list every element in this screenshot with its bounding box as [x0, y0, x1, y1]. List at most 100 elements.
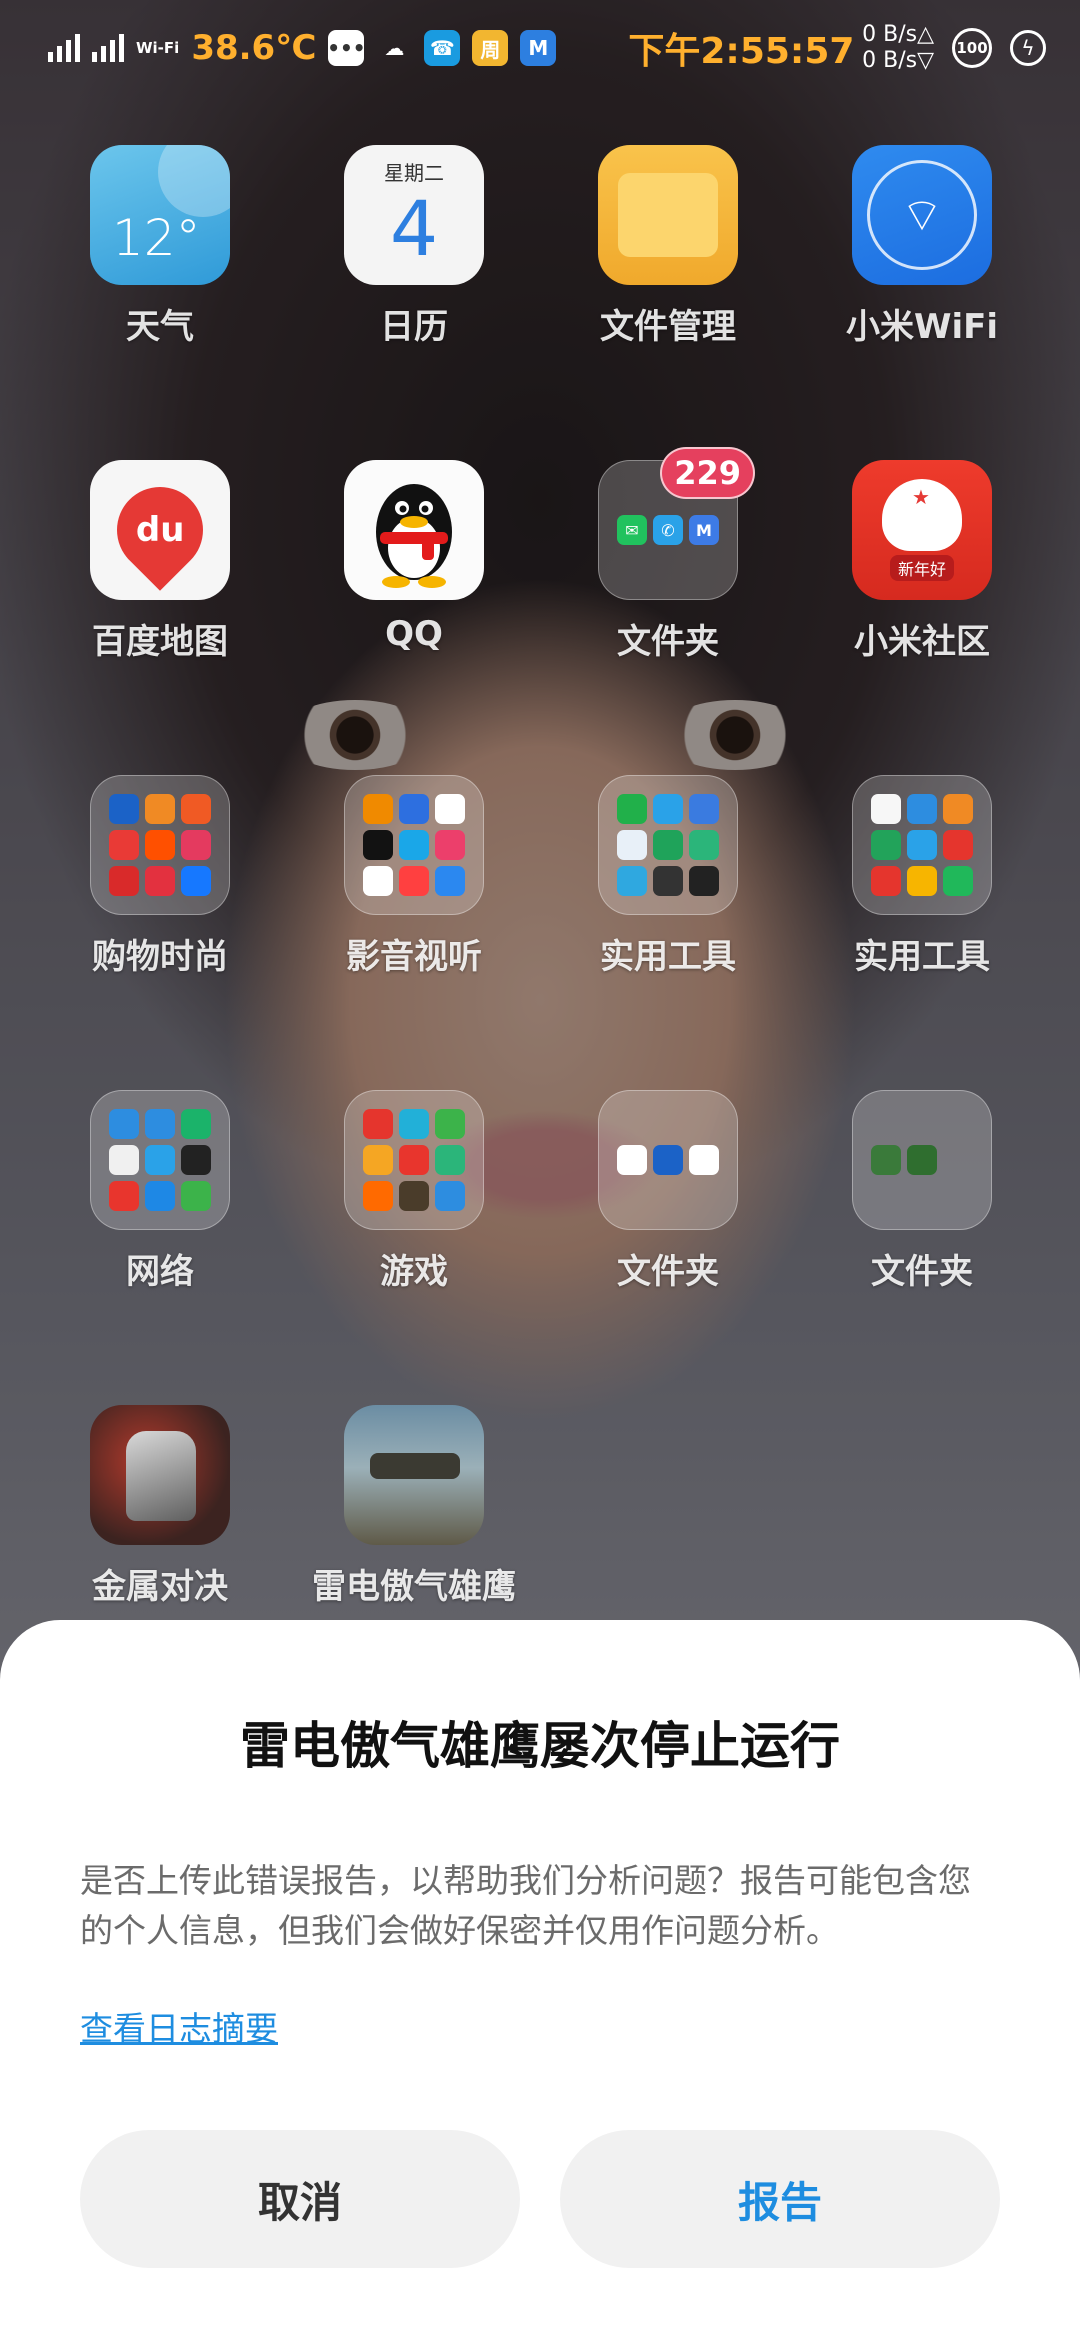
dialog-message: 是否上传此错误报告，以帮助我们分析问题？报告可能包含您的个人信息，但我们会做好保… [80, 1861, 971, 1950]
app-mini-icon [363, 866, 393, 896]
app-weather[interactable]: 12° 天气 [33, 145, 287, 395]
app-calendar[interactable]: 星期二 4 日历 [287, 145, 541, 395]
folder-network[interactable]: 网络 [33, 1090, 287, 1340]
app-baidu-maps[interactable]: du 百度地图 [33, 460, 287, 710]
app-mi-wifi[interactable]: ⌔ 小米WiFi [795, 145, 1049, 395]
app-label: 文件夹 [871, 1252, 973, 1292]
charging-icon: ϟ [1010, 30, 1046, 66]
app-label: 网络 [126, 1252, 194, 1292]
app-label: 小米WiFi [845, 307, 999, 347]
report-button[interactable]: 报告 [560, 2130, 1000, 2268]
app-label: 文件夹 [617, 1252, 719, 1292]
folder-icon [344, 775, 484, 915]
new-year-tag: 新年好 [889, 555, 954, 581]
folder-icon [598, 1090, 738, 1230]
app-mini-icon [653, 830, 683, 860]
app-label: 实用工具 [600, 937, 736, 977]
app-mini-icon [907, 1145, 937, 1175]
cell-signal-icon [48, 34, 80, 62]
status-right: 0 B/s△ 0 B/s▽ 100 ϟ [862, 22, 1046, 74]
app-mini-icon [907, 866, 937, 896]
folder-misc-2[interactable]: 文件夹 [795, 1090, 1049, 1340]
app-mini-icon [653, 794, 683, 824]
folder-icon [598, 775, 738, 915]
folder-tools-2[interactable]: 实用工具 [795, 775, 1049, 1025]
app-mi-community[interactable]: 新年好 小米社区 [795, 460, 1049, 710]
wifi-status-label: Wi-Fi [136, 38, 180, 57]
mail-notify-icon: M [520, 30, 557, 66]
folder-media[interactable]: 影音视听 [287, 775, 541, 1025]
message-icon: ••• [327, 30, 366, 66]
app-mini-icon [109, 830, 139, 860]
status-left: Wi-Fi 38.6℃ ••• ☁ ☎ 周 M 下午2:55:57 [48, 26, 854, 72]
app-label: 文件管理 [600, 307, 736, 347]
folder-games[interactable]: 游戏 [287, 1090, 541, 1340]
app-mini-icon [653, 866, 683, 896]
app-mini-icon [689, 794, 719, 824]
app-mini-icon [435, 1181, 465, 1211]
app-mini-icon [181, 866, 211, 896]
calendar-icon: 星期二 4 [344, 145, 484, 285]
folder-icon [344, 1090, 484, 1230]
cell-signal-2-icon [92, 34, 124, 62]
app-mini-icon [689, 866, 719, 896]
folder-shopping[interactable]: 购物时尚 [33, 775, 287, 1025]
app-mini-icon [145, 1109, 175, 1139]
upload-speed: 0 B/s△ [862, 22, 934, 47]
wechat-mini-icon: ✉ [617, 515, 647, 545]
app-mini-icon [435, 866, 465, 896]
mi-community-icon: 新年好 [852, 460, 992, 600]
app-mini-icon [363, 1109, 393, 1139]
cancel-button[interactable]: 取消 [80, 2130, 520, 2268]
folder-messaging[interactable]: ✉ ✆ M 229 文件夹 [541, 447, 795, 710]
app-mini-icon [145, 1181, 175, 1211]
phone-app-icon: ☎ [424, 30, 461, 66]
qq-penguin-icon [376, 484, 452, 588]
folder-icon [90, 775, 230, 915]
app-label: 游戏 [380, 1252, 448, 1292]
network-speed: 0 B/s△ 0 B/s▽ [862, 22, 934, 74]
app-label: 购物时尚 [92, 937, 228, 977]
wechat-icon: ☁ [384, 36, 405, 60]
app-mini-icon [181, 1109, 211, 1139]
app-thunder-eagle[interactable]: 雷电傲气雄鹰 [287, 1405, 541, 1655]
weather-temp: 12° [112, 209, 201, 267]
temperature-readout: 38.6℃ [191, 28, 317, 68]
app-metal-duel[interactable]: 金属对决 [33, 1405, 287, 1655]
app-label: 雷电傲气雄鹰 [312, 1567, 516, 1607]
app-mini-icon [871, 794, 901, 824]
app-mini-icon [653, 1145, 683, 1175]
app-mini-icon [399, 866, 429, 896]
app-mini-icon [943, 866, 973, 896]
folder-misc-1[interactable]: 文件夹 [541, 1090, 795, 1340]
app-label: QQ [385, 614, 443, 654]
app-file-manager[interactable]: 文件管理 [541, 145, 795, 395]
app-qq[interactable]: QQ [287, 460, 541, 710]
app-mini-icon [871, 1145, 901, 1175]
folder-icon [852, 1090, 992, 1230]
app-label: 小米社区 [854, 622, 990, 662]
crash-report-dialog: 雷电傲气雄鹰屡次停止运行 是否上传此错误报告，以帮助我们分析问题？报告可能包含您… [0, 1620, 1080, 2340]
thunder-eagle-game-icon [344, 1405, 484, 1545]
app-mini-icon [907, 830, 937, 860]
battery-icon: 100 [952, 28, 992, 68]
app-label: 天气 [126, 307, 194, 347]
app-mini-icon [689, 830, 719, 860]
calendar-notify-icon: 周 [472, 30, 509, 66]
app-mini-icon [145, 1145, 175, 1175]
notification-badge: 229 [660, 447, 755, 499]
app-mini-icon [435, 1109, 465, 1139]
app-mini-icon [109, 866, 139, 896]
app-mini-icon [871, 830, 901, 860]
folder-icon [90, 1090, 230, 1230]
calendar-weekday: 星期二 [384, 161, 444, 185]
view-log-summary-link[interactable]: 查看日志摘要 [80, 2002, 278, 2050]
app-label: 文件夹 [617, 622, 719, 662]
download-speed: 0 B/s▽ [862, 48, 934, 73]
app-mini-icon [399, 794, 429, 824]
app-mini-icon [363, 794, 393, 824]
app-mini-icon [871, 866, 901, 896]
folder-tools-1[interactable]: 实用工具 [541, 775, 795, 1025]
app-mini-icon [943, 794, 973, 824]
metal-duel-game-icon [90, 1405, 230, 1545]
